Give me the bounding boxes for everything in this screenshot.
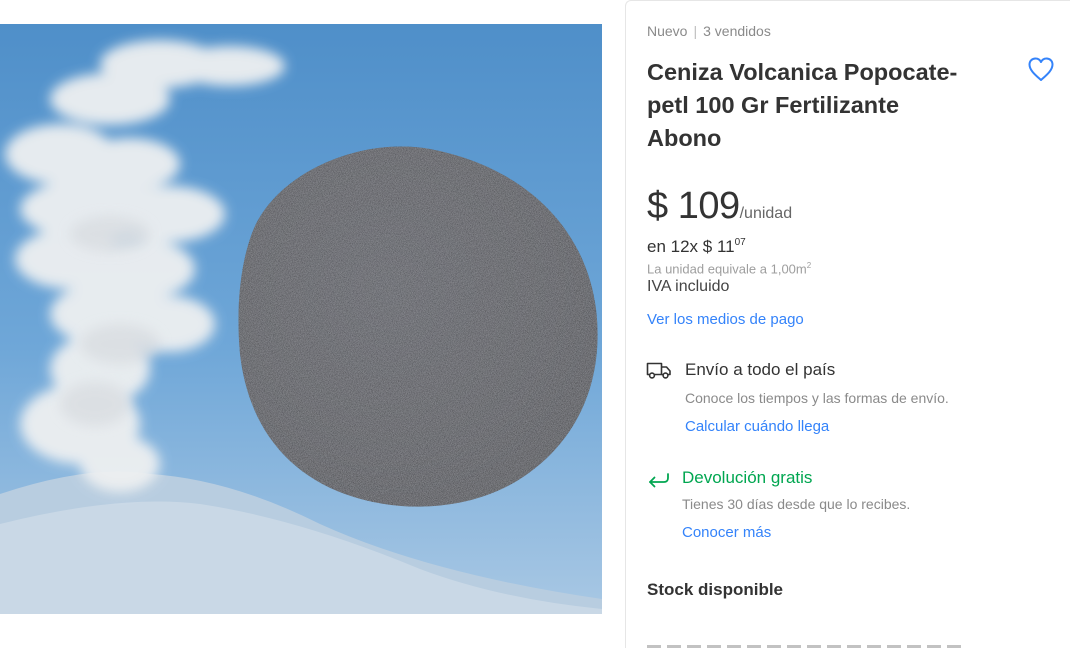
learn-more-link[interactable]: Conocer más: [682, 524, 771, 541]
favorite-button[interactable]: [1027, 56, 1055, 82]
free-return-title: Devolución gratis: [682, 468, 813, 487]
product-info-panel: Nuevo | 3 vendidos Ceniza Volcanica Popoca…: [625, 0, 1070, 648]
sold-count: 3 vendidos: [703, 23, 771, 39]
stock-status: Stock disponible: [647, 580, 784, 599]
tax-note: IVA incluido: [647, 278, 730, 295]
product-title-line: Ceniza Volcanica Popocate-: [647, 59, 958, 85]
condition-label: Nuevo: [647, 23, 688, 39]
volcano-ash-photo: [0, 24, 602, 614]
product-image[interactable]: [0, 24, 602, 614]
shipping-title: Envío a todo el país: [685, 360, 836, 379]
price: $ 109/unidad: [647, 185, 792, 228]
unit-equivalence-text: La unidad equivale a 1,00m: [647, 261, 807, 277]
shipping-description: Conoce los tiempos y las formas de envío…: [685, 390, 949, 406]
truck-icon: [646, 360, 672, 380]
product-title-line: petl 100 Gr Fertilizante: [647, 92, 900, 118]
quantity-selector-partial[interactable]: [647, 641, 967, 648]
product-title: Ceniza Volcanica Popocate- petl 100 Gr F…: [647, 56, 1007, 155]
subtitle-separator: |: [693, 23, 698, 39]
product-title-line: Abono: [647, 125, 722, 151]
free-return-description: Tienes 30 días desde que lo recibes.: [682, 496, 911, 512]
unit-equivalence-exponent: 2: [806, 261, 812, 270]
installments-cents: 07: [734, 237, 746, 248]
unit-equivalence: La unidad equivale a 1,00m2: [647, 261, 811, 276]
calculate-delivery-link[interactable]: Calcular cuándo llega: [685, 418, 829, 435]
payment-methods-link[interactable]: Ver los medios de pago: [647, 311, 804, 328]
installments-amount: en 12x $ 11: [647, 237, 735, 256]
return-arrow-icon: [646, 469, 672, 489]
installments: en 12x $ 1107: [647, 237, 746, 257]
product-page: Nuevo | 3 vendidos Ceniza Volcanica Popoca…: [0, 0, 1070, 648]
listing-subtitle: Nuevo | 3 vendidos: [647, 23, 771, 39]
price-amount: $ 109: [647, 185, 740, 227]
price-unit: /unidad: [739, 205, 793, 222]
heart-icon: [1028, 57, 1054, 81]
